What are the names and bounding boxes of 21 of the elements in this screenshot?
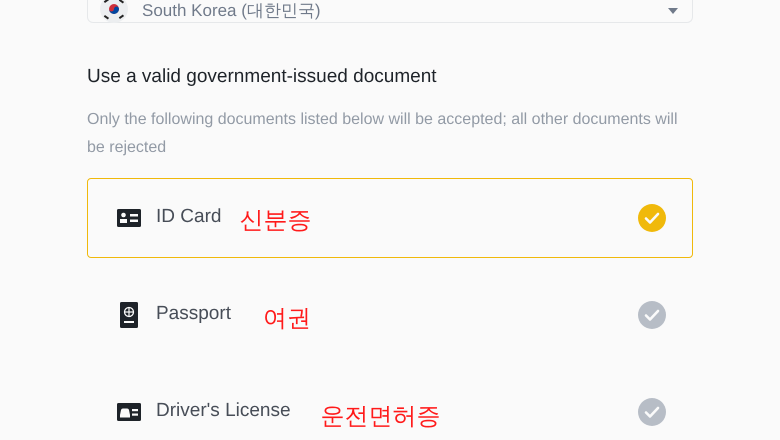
- document-label: Passport: [156, 302, 231, 326]
- passport-icon: [120, 302, 138, 328]
- license-card-icon: [117, 402, 141, 420]
- country-value: South Korea (대한민국): [142, 0, 321, 22]
- document-label: ID Card: [156, 205, 222, 230]
- country-select[interactable]: South Korea (대한민국): [87, 0, 693, 23]
- section-heading: Use a valid government-issued document: [87, 65, 438, 89]
- dropdown-caret-icon: [668, 8, 678, 14]
- annotation-text: 여권: [262, 304, 311, 334]
- check-circle-icon: [638, 204, 666, 232]
- annotation-text: 신분증: [239, 206, 312, 236]
- check-circle-icon: [638, 300, 666, 328]
- korea-flag-icon: [100, 0, 128, 23]
- annotation-text: 운전면허증: [320, 402, 441, 432]
- document-option[interactable]: Passport 여권: [87, 274, 693, 354]
- check-circle-icon: [638, 398, 666, 426]
- id-card-icon: [117, 208, 141, 226]
- section-description: Only the following documents listed below will be accepted; all other documents will be rejected: [87, 110, 679, 158]
- document-option[interactable]: ID Card 신분증: [87, 178, 693, 258]
- document-label: Driver's License: [156, 399, 291, 424]
- document-option[interactable]: Driver's License 운전면허증: [87, 372, 693, 440]
